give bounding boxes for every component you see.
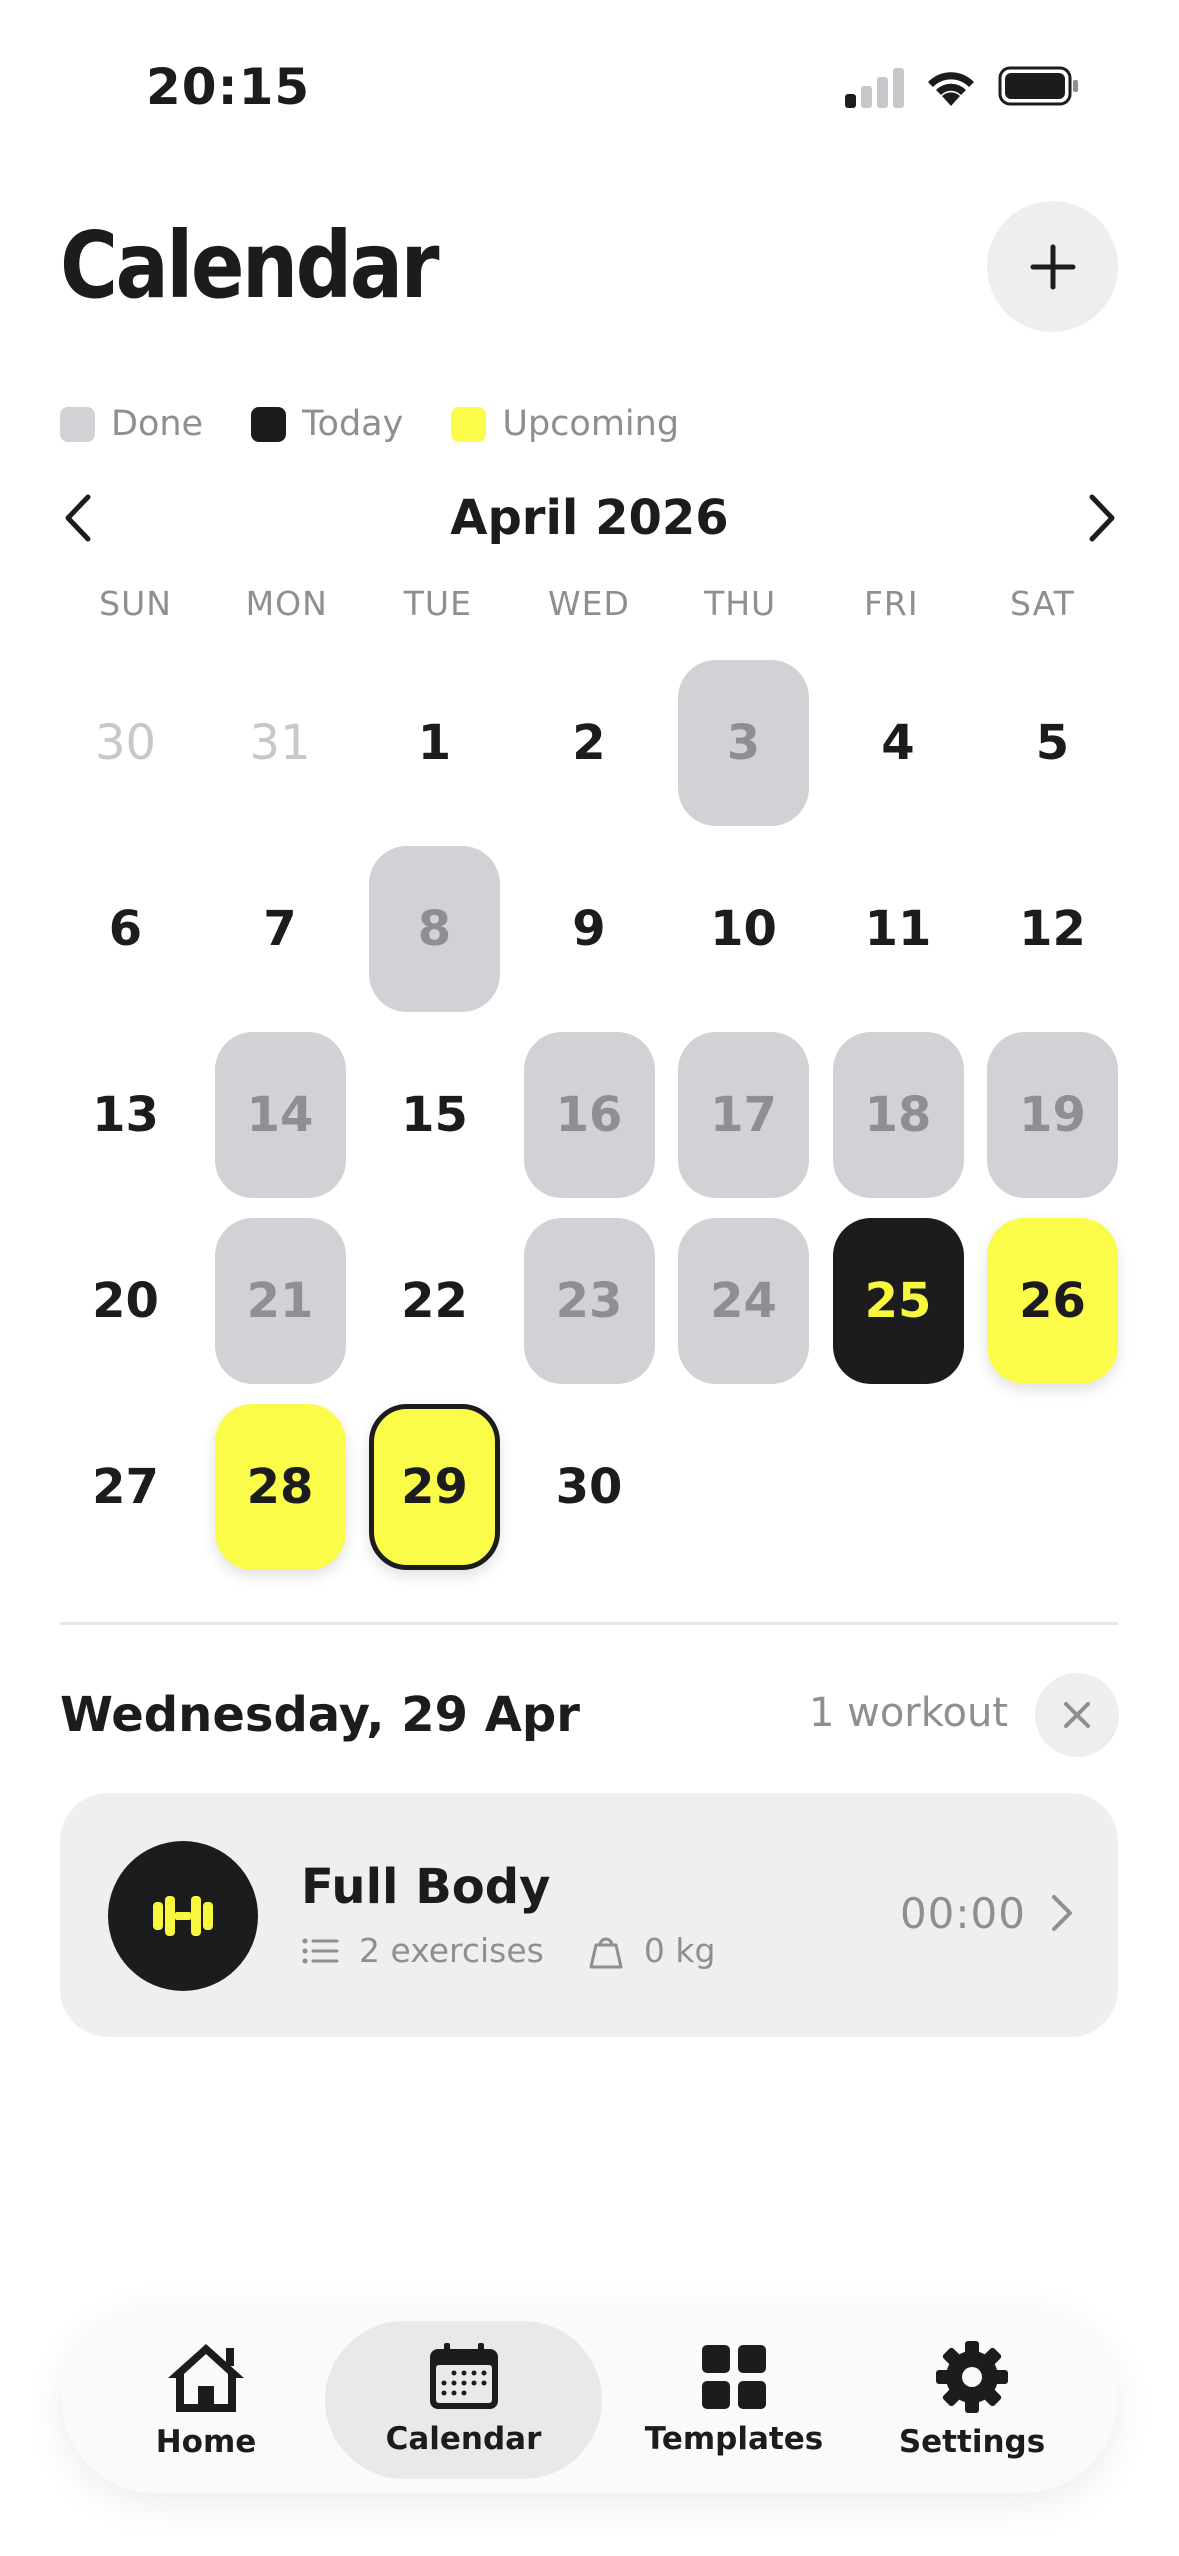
calendar-day-done[interactable]: 24 <box>678 1218 809 1384</box>
calendar-day-none[interactable]: 11 <box>833 846 964 1012</box>
close-icon <box>1064 1702 1090 1728</box>
calendar-day-upcoming[interactable]: 29 <box>369 1404 500 1570</box>
battery-icon <box>998 66 1078 106</box>
tab-home-label: Home <box>155 2424 257 2460</box>
weekday-label: FRI <box>863 584 919 623</box>
calendar-day-outside[interactable]: 31 <box>215 660 346 826</box>
calendar-icon <box>429 2343 498 2409</box>
calendar-day-done[interactable]: 8 <box>369 846 500 1012</box>
calendar-day-upcoming[interactable]: 28 <box>214 1404 346 1570</box>
legend-item-done: Done <box>60 404 203 444</box>
workout-icon <box>108 1841 258 1991</box>
calendar-day-none[interactable]: 30 <box>524 1404 655 1570</box>
tab-templates-label: Templates <box>644 2421 824 2457</box>
home-icon <box>168 2344 244 2412</box>
tab-bar: Home Calendar Templates Settings <box>62 2307 1117 2493</box>
grid-icon <box>702 2345 766 2409</box>
calendar-day-none[interactable]: 4 <box>833 660 964 826</box>
calendar-day-done[interactable]: 18 <box>832 1032 964 1198</box>
gear-icon <box>936 2341 1008 2413</box>
calendar-day-done[interactable]: 16 <box>523 1032 655 1198</box>
divider <box>60 1622 1118 1625</box>
legend-item-upcoming: Upcoming <box>451 404 679 444</box>
add-workout-button[interactable] <box>987 201 1118 332</box>
workout-duration: 00:00 <box>899 1889 1026 1938</box>
workout-count: 1 workout <box>808 1690 1008 1736</box>
weight-icon <box>588 1933 624 1969</box>
plus-icon <box>1030 244 1075 289</box>
tab-templates[interactable]: Templates <box>622 2321 846 2479</box>
legend-label: Done <box>111 404 204 444</box>
tab-settings-label: Settings <box>898 2424 1046 2460</box>
calendar-day-done[interactable]: 17 <box>678 1032 809 1198</box>
status-time: 20:15 <box>146 58 311 116</box>
workout-card[interactable]: Full Body 2 exercises 0 kg 00:00 <box>60 1793 1118 2037</box>
calendar-day-none[interactable]: 2 <box>524 660 655 826</box>
weekday-label: TUE <box>403 584 472 623</box>
calendar-day-none[interactable]: 12 <box>987 846 1118 1012</box>
calendar-day-none[interactable]: 5 <box>987 660 1118 826</box>
calendar-day-done[interactable]: 14 <box>214 1032 346 1198</box>
calendar-day-done[interactable]: 3 <box>678 660 809 826</box>
clear-selection-button[interactable] <box>1035 1673 1119 1757</box>
calendar-day-none[interactable]: 10 <box>678 846 809 1012</box>
weekday-label: SUN <box>99 584 172 623</box>
calendar-day-none[interactable]: 7 <box>215 846 346 1012</box>
calendar-day-upcoming[interactable]: 26 <box>987 1218 1118 1384</box>
calendar-grid: 30 31 1 2 3 4 5 6 7 8 9 10 11 12 13 14 15 16 17 18 19 20 21 22 2… <box>60 660 1118 1570</box>
next-month-button[interactable] <box>1072 488 1132 548</box>
weekday-label: MON <box>245 584 328 623</box>
legend-swatch <box>251 406 287 442</box>
calendar-day-done[interactable]: 23 <box>523 1218 655 1384</box>
chevron-right-icon <box>1089 494 1115 542</box>
calendar-day-outside[interactable]: 30 <box>60 660 191 826</box>
calendar-day-none[interactable]: 1 <box>369 660 500 826</box>
weekday-header: SUN MON TUE WED THU FRI SAT <box>60 584 1118 623</box>
tab-settings[interactable]: Settings <box>872 2321 1072 2479</box>
calendar-day-none[interactable]: 15 <box>369 1032 500 1198</box>
legend-swatch <box>451 406 487 442</box>
weekday-label: SAT <box>1010 584 1075 623</box>
workout-name: Full Body <box>301 1859 551 1915</box>
calendar-day-none[interactable]: 13 <box>60 1032 191 1198</box>
page-title: Calendar <box>60 212 440 319</box>
weekday-label: WED <box>548 584 630 623</box>
legend-swatch <box>60 406 95 442</box>
month-label: April 2026 <box>450 490 729 546</box>
dumbbell-icon <box>153 1896 213 1936</box>
legend-label: Today <box>302 404 404 444</box>
calendar-day-done[interactable]: 21 <box>214 1218 346 1384</box>
legend-label: Upcoming <box>502 404 680 444</box>
calendar-day-none[interactable]: 20 <box>60 1218 191 1384</box>
tab-calendar[interactable]: Calendar <box>325 2321 602 2479</box>
tab-calendar-label: Calendar <box>385 2421 542 2457</box>
wifi-icon <box>928 72 974 106</box>
calendar-day-done[interactable]: 19 <box>987 1032 1118 1198</box>
calendar-day-none[interactable]: 22 <box>369 1218 500 1384</box>
cellular-signal-icon <box>845 66 905 108</box>
exercise-count: 2 exercises <box>359 1931 544 1970</box>
calendar-day-none[interactable]: 27 <box>60 1404 191 1570</box>
total-weight: 0 kg <box>643 1931 716 1970</box>
tab-home[interactable]: Home <box>106 2321 306 2479</box>
workout-meta: 2 exercises 0 kg <box>301 1931 715 1970</box>
calendar-day-today[interactable]: 25 <box>832 1218 964 1384</box>
calendar-day-none[interactable]: 9 <box>524 846 655 1012</box>
weekday-label: THU <box>704 584 777 623</box>
calendar-day-none[interactable]: 6 <box>60 846 191 1012</box>
list-icon <box>301 1936 339 1966</box>
legend: Done Today Upcoming <box>60 404 727 444</box>
selected-date-title: Wednesday, 29 Apr <box>60 1687 580 1743</box>
legend-item-today: Today <box>251 404 403 444</box>
chevron-right-icon <box>1052 1895 1072 1931</box>
